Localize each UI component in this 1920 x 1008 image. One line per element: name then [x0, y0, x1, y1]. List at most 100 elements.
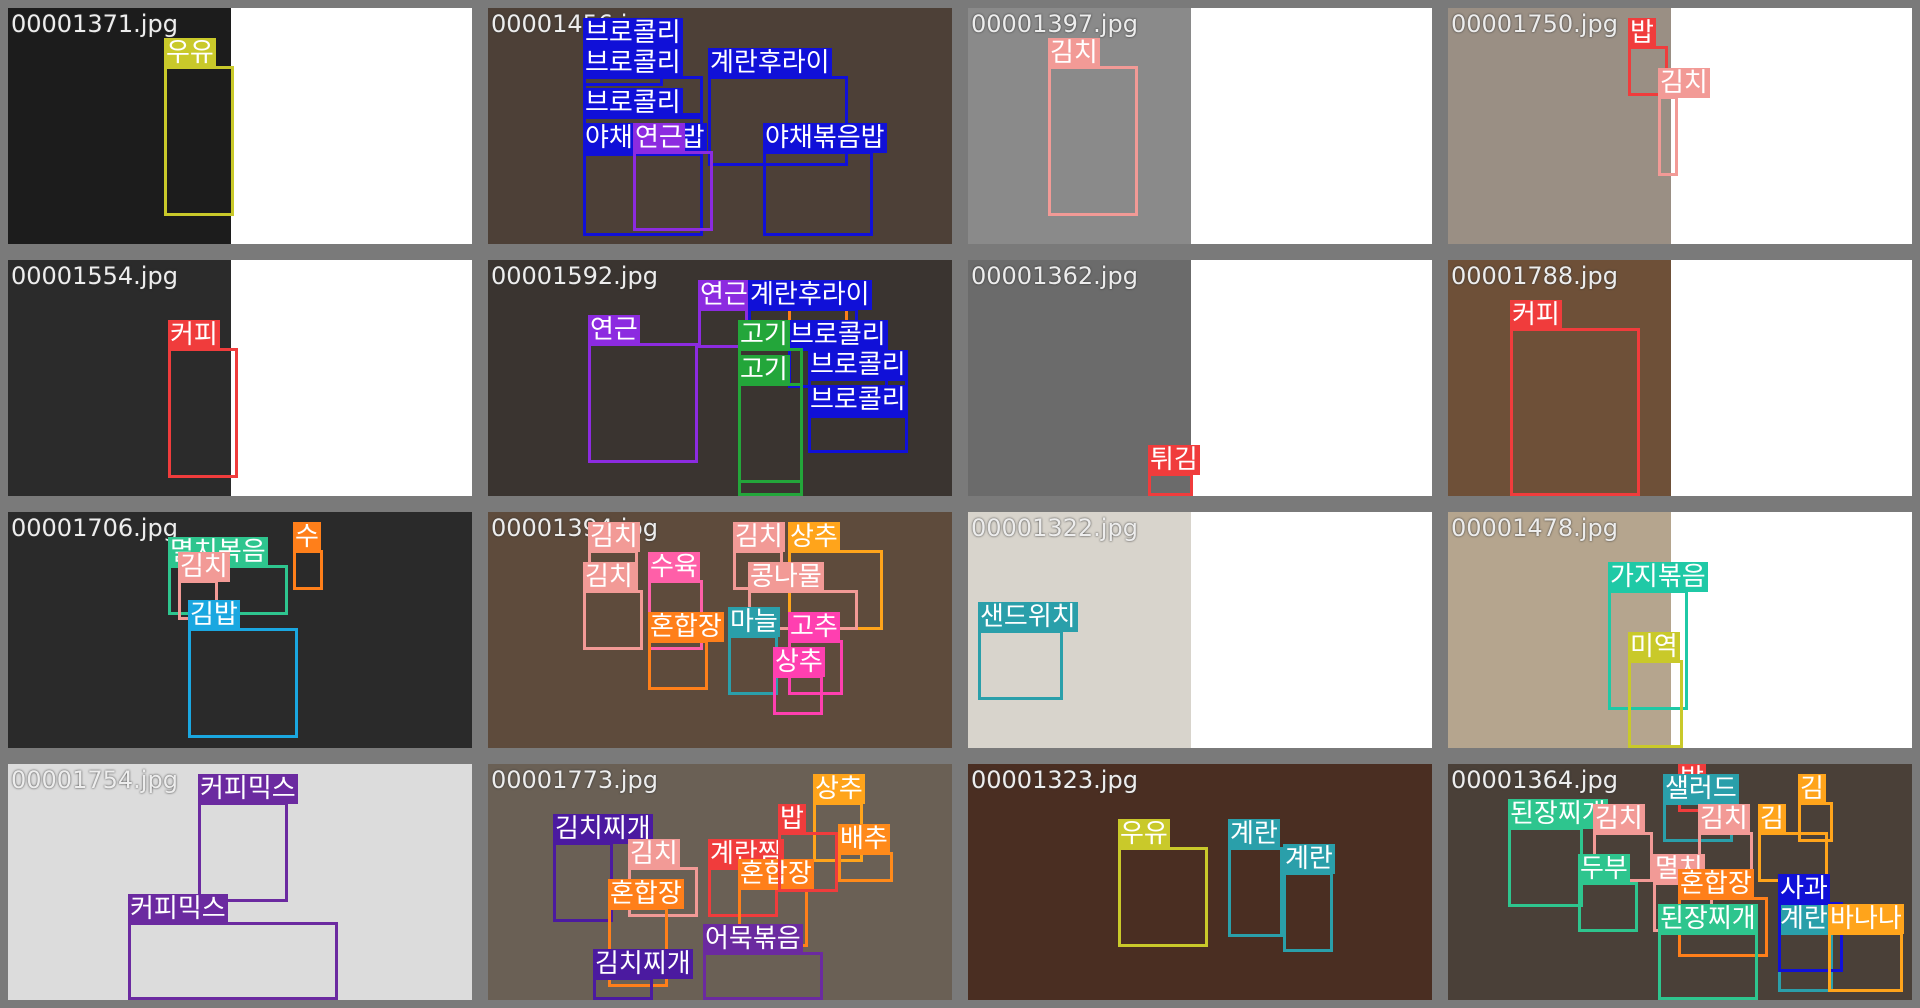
detection-label: 야채볶음밥: [763, 123, 887, 153]
detection-label: 김치: [628, 839, 680, 869]
filename-label: 00001397.jpg: [971, 10, 1138, 38]
detection-label: 브로콜리: [788, 320, 888, 350]
detection-label: 브로콜리: [808, 350, 908, 380]
mosaic-grid: 00001371.jpg 우유 00001456.jpg 브로콜리 계란후라이 브로콜리 브…: [0, 0, 1920, 1008]
detection-label: 혼합장: [1678, 869, 1754, 899]
detection-label: 고기: [738, 355, 790, 385]
filename-label: 00001364.jpg: [1451, 766, 1618, 794]
detection-label: 샐러드: [1663, 774, 1739, 804]
detection-label: 밥: [1628, 18, 1656, 48]
detection-tile: 00001364.jpg밥샐러드김된장찌개김치김치김두부멸치혼합장된장찌개계란사…: [1448, 764, 1912, 1000]
filename-label: 00001323.jpg: [971, 766, 1138, 794]
detection-label: 계란후라이: [708, 48, 832, 78]
letterbox-padding: [230, 8, 472, 244]
detection-box: [1048, 66, 1138, 216]
filename-label: 00001322.jpg: [971, 514, 1138, 542]
detection-label: 브로콜리: [583, 18, 683, 48]
filename-label: 00001754.jpg: [11, 766, 178, 794]
detection-label: 상추: [773, 647, 825, 677]
detection-label: 수: [293, 522, 321, 552]
detection-label: 어묵볶음: [703, 924, 803, 954]
detection-box: [588, 343, 698, 463]
detection-box: [593, 977, 653, 1000]
detection-label: 브로콜리: [583, 48, 683, 78]
detection-label: 상추: [788, 522, 840, 552]
detection-box: [703, 952, 823, 1000]
filename-label: 00001592.jpg: [491, 262, 658, 290]
filename-label: 00001478.jpg: [1451, 514, 1618, 542]
detection-label: 우유: [1118, 819, 1170, 849]
detection-box: [778, 832, 838, 892]
detection-label: 튀김: [1148, 445, 1200, 475]
detection-box: [773, 675, 823, 715]
detection-label: 김치찌개: [593, 949, 693, 979]
letterbox-padding: [1670, 8, 1912, 244]
detection-label: 배추: [838, 824, 890, 854]
detection-tile: 00001323.jpg 우유 계란 계란: [968, 764, 1432, 1000]
detection-label: 김치: [733, 522, 785, 552]
detection-tile: 00001754.jpg 커피믹스 커피믹스: [8, 764, 472, 1000]
detection-label: 혼합장: [608, 879, 684, 909]
detection-box: [838, 852, 893, 882]
detection-tile: 00001592.jpg연근연근혼합장계란후라이브로콜리고기브로콜리고기브로콜리: [488, 260, 952, 496]
detection-box: [583, 590, 643, 650]
detection-tile: 00001362.jpg 튀김: [968, 260, 1432, 496]
detection-label: 커피믹스: [198, 774, 298, 804]
detection-tile: 00001371.jpg 우유: [8, 8, 472, 244]
detection-label: 연근: [633, 123, 685, 153]
detection-label: 김치: [583, 562, 635, 592]
detection-label: 연근: [698, 280, 750, 310]
detection-label: 브로콜리: [808, 385, 908, 415]
detection-label: 연근: [588, 315, 640, 345]
detection-label: 마늘: [728, 607, 780, 637]
detection-label: 고추: [788, 612, 840, 642]
letterbox-padding: [230, 260, 472, 496]
detection-tile: 00001397.jpg 김치: [968, 8, 1432, 244]
detection-label: 커피믹스: [128, 894, 228, 924]
detection-label: 김: [1758, 804, 1786, 834]
detection-label: 김치: [178, 552, 230, 582]
detection-box: [168, 348, 238, 478]
detection-box: [198, 802, 288, 902]
detection-label: 두부: [1578, 854, 1630, 884]
detection-box: [1118, 847, 1208, 947]
detection-box: [1658, 932, 1758, 1000]
letterbox-padding: [1190, 8, 1432, 244]
detection-label: 샌드위치: [978, 602, 1078, 632]
detection-box: [1828, 932, 1903, 992]
detection-label: 사과: [1778, 874, 1830, 904]
detection-tile: 00001788.jpg 커피: [1448, 260, 1912, 496]
detection-box: [1283, 872, 1333, 952]
detection-label: 밥: [778, 804, 806, 834]
detection-tile: 00001750.jpg 밥 김치: [1448, 8, 1912, 244]
detection-box: [728, 635, 778, 695]
detection-tile: 00001478.jpg 가지볶음미역: [1448, 512, 1912, 748]
letterbox-padding: [1670, 512, 1912, 748]
detection-box: [1508, 827, 1583, 907]
detection-label: 김치: [1698, 804, 1750, 834]
detection-box: [1148, 473, 1193, 496]
detection-label: 미역: [1628, 632, 1680, 662]
detection-box: [293, 550, 323, 590]
filename-label: 00001371.jpg: [11, 10, 178, 38]
detection-box: [978, 630, 1063, 700]
detection-box: [763, 151, 873, 236]
detection-label: 브로콜리: [583, 88, 683, 118]
detection-label: 수육: [648, 552, 700, 582]
detection-box: [188, 628, 298, 738]
detection-label: 우유: [164, 38, 216, 68]
detection-box: [164, 66, 234, 216]
detection-label: 커피: [1510, 300, 1562, 330]
detection-label: 가지볶음: [1608, 562, 1708, 592]
detection-box: [1628, 660, 1683, 748]
detection-tile: 00001706.jpg멸치볶음수김치김밥: [8, 512, 472, 748]
detection-box: [553, 842, 613, 922]
detection-label: 고기: [738, 320, 790, 350]
detection-label: 김: [1798, 774, 1826, 804]
detection-label: 김밥: [188, 600, 240, 630]
filename-label: 00001750.jpg: [1451, 10, 1618, 38]
detection-box: [1578, 882, 1638, 932]
detection-box: [738, 383, 803, 483]
detection-label: 콩나물: [748, 562, 824, 592]
detection-label: 계란: [1228, 819, 1280, 849]
